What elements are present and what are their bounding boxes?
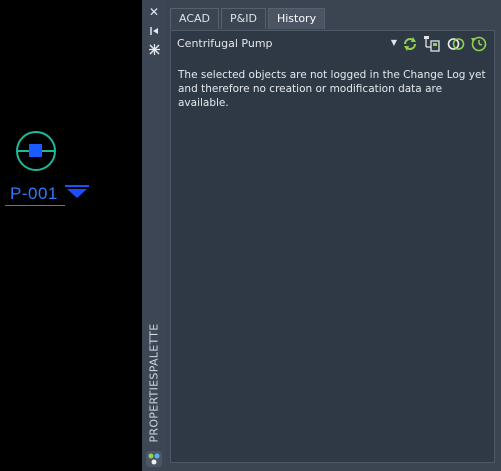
object-selector-row: Centrifugal Pump ▼ bbox=[171, 31, 494, 57]
history-icon[interactable] bbox=[470, 35, 488, 53]
settings-icon[interactable] bbox=[145, 41, 163, 57]
close-icon[interactable]: ✕ bbox=[145, 4, 163, 20]
palette-title-strip: ✕ PROPERTIESPALETTE bbox=[142, 0, 167, 471]
chevron-down-icon: ▼ bbox=[390, 38, 397, 47]
tab-bar: ACAD P&ID History bbox=[170, 8, 327, 30]
select-objects-icon[interactable] bbox=[423, 35, 441, 53]
centrifugal-pump-symbol[interactable] bbox=[14, 129, 58, 173]
palette-properties-icon[interactable] bbox=[146, 451, 162, 467]
object-type-select[interactable]: Centrifugal Pump ▼ bbox=[175, 36, 397, 53]
palette-title: PROPERTIESPALETTE bbox=[143, 320, 165, 445]
palette-title-text: PROPERTIESPALETTE bbox=[147, 322, 161, 443]
properties-panel: ACAD P&ID History Centrifugal Pump ▼ The… bbox=[166, 0, 501, 471]
refresh-icon[interactable] bbox=[401, 35, 419, 53]
object-type-value: Centrifugal Pump bbox=[177, 37, 273, 50]
tab-acad[interactable]: ACAD bbox=[170, 8, 220, 29]
compare-icon[interactable] bbox=[447, 35, 465, 53]
tag-underline bbox=[5, 205, 65, 206]
auto-hide-icon[interactable] bbox=[145, 23, 163, 39]
tab-history[interactable]: History bbox=[267, 8, 326, 29]
change-log-message: The selected objects are not logged in t… bbox=[178, 69, 486, 109]
tag-marker-icon bbox=[65, 185, 89, 198]
pump-tag-label[interactable]: P-001 bbox=[10, 184, 58, 204]
tab-pid[interactable]: P&ID bbox=[221, 8, 266, 29]
drawing-canvas[interactable]: P-001 bbox=[0, 0, 142, 471]
history-content: Centrifugal Pump ▼ The selected objects … bbox=[170, 30, 495, 463]
